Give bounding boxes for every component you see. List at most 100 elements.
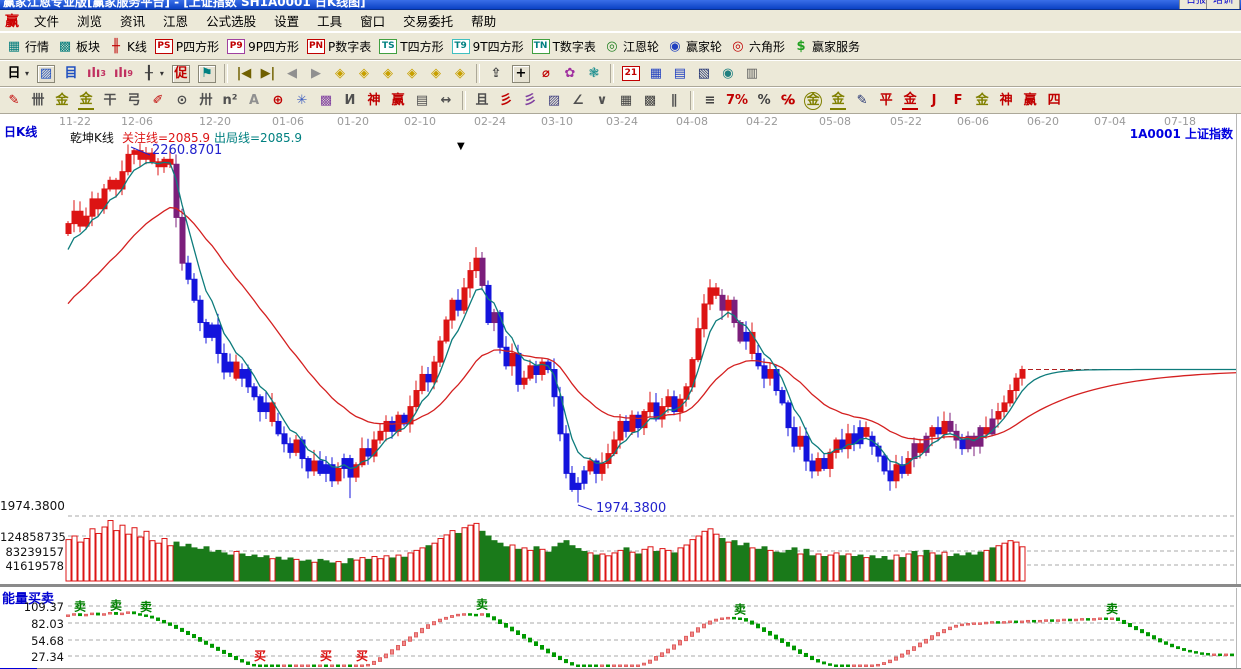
gann-wheel-icon[interactable]: ◎江恩轮 <box>600 35 663 57</box>
draw-tool-25-icon[interactable]: ∨ <box>590 90 614 112</box>
calculator-icon[interactable]: ▦ <box>644 63 668 85</box>
menu-item-file[interactable]: 文件 <box>25 10 68 31</box>
draw-tool-17-icon[interactable]: ▤ <box>410 90 434 112</box>
winner-wheel-icon[interactable]: ◉赢家轮 <box>663 35 726 57</box>
last-button[interactable]: ▶| <box>256 63 280 85</box>
chart-window-icon[interactable]: ▨ <box>33 63 59 85</box>
draw-tool-14-icon[interactable]: И <box>338 90 362 112</box>
purple-wheel-icon[interactable]: ✿ <box>558 63 582 85</box>
draw-tool-18-icon[interactable]: ↔ <box>434 90 458 112</box>
measure-tool-icon[interactable]: ⌀ <box>534 63 558 85</box>
menu-item-settings[interactable]: 设置 <box>265 10 308 31</box>
draw-tool-11-icon[interactable]: ⊕ <box>266 90 290 112</box>
menu-item-gann[interactable]: 江恩 <box>154 10 197 31</box>
bars3-icon[interactable]: ılı3 <box>83 63 110 85</box>
menu-item-info[interactable]: 资讯 <box>111 10 154 31</box>
chart-area[interactable]: 卖卖卖卖卖卖买买买▼ 11-2212-0612-2001-0601-2002-1… <box>0 114 1241 668</box>
draw-tool-0-icon[interactable]: ✎ <box>2 90 26 112</box>
draw-tool-16-icon[interactable]: 赢 <box>386 90 410 112</box>
menu-item-window[interactable]: 窗口 <box>351 10 394 31</box>
draw-tool-5-icon[interactable]: 弓 <box>122 90 146 112</box>
p-square-icon[interactable]: PSP四方形 <box>151 35 223 57</box>
draw-tool-24-icon[interactable]: ∠ <box>566 90 590 112</box>
t-number-icon[interactable]: TNT数字表 <box>528 35 600 57</box>
volume-axis-1: 124858735 <box>0 530 64 544</box>
menu-item-tools[interactable]: 工具 <box>308 10 351 31</box>
draw-tool-1-icon[interactable]: 卌 <box>26 90 50 112</box>
flag-chart-icon[interactable]: ⚑ <box>194 63 220 85</box>
draw-tool-8-icon[interactable]: 卅 <box>194 90 218 112</box>
draw-tool-36-icon[interactable]: ✎ <box>850 90 874 112</box>
teal-wheel-icon[interactable]: ❃ <box>582 63 606 85</box>
t9-square-icon[interactable]: T99T四方形 <box>448 35 528 57</box>
menu-item-help[interactable]: 帮助 <box>462 10 505 31</box>
menu-item-formula-stock[interactable]: 公式选股 <box>197 10 265 31</box>
diamond-cross-icon[interactable]: ◈ <box>400 63 424 85</box>
draw-tool-35-icon[interactable]: 金 <box>826 90 850 112</box>
draw-tool-26-icon[interactable]: ▦ <box>614 90 638 112</box>
draw-tool-34-icon[interactable]: 金 <box>800 90 826 112</box>
draw-tool-10-icon[interactable]: A <box>242 90 266 112</box>
bars9-icon[interactable]: ılı9 <box>110 63 137 85</box>
menu-item-trade-order[interactable]: 交易委托 <box>394 10 462 31</box>
first-button[interactable]: |◀ <box>232 63 256 85</box>
draw-tool-13-icon[interactable]: ▩ <box>314 90 338 112</box>
crosshair-tool-icon[interactable]: + <box>508 63 534 85</box>
draw-tool-37-icon[interactable]: 平 <box>874 90 898 112</box>
svg-text:▼: ▼ <box>457 141 465 152</box>
draw-tool-43-icon[interactable]: 赢 <box>1018 90 1042 112</box>
period-day-dropdown[interactable]: 日▾ <box>2 63 33 85</box>
p-number-icon[interactable]: PNP数字表 <box>303 35 375 57</box>
t-square-icon[interactable]: TST四方形 <box>375 35 447 57</box>
print-icon[interactable]: ▥ <box>740 63 764 85</box>
sectors-icon[interactable]: ▩板块 <box>53 35 104 57</box>
draw-tool-31-icon[interactable]: 7% <box>722 90 752 112</box>
web-image-icon[interactable]: ◉ <box>716 63 740 85</box>
draw-tool-40-icon[interactable]: F <box>946 90 970 112</box>
save-icon[interactable]: ▧ <box>692 63 716 85</box>
diamond-left-icon[interactable]: ◈ <box>328 63 352 85</box>
draw-tool-42-icon[interactable]: 神 <box>994 90 1018 112</box>
draw-tool-21-icon[interactable]: 彡 <box>494 90 518 112</box>
p9-square-icon[interactable]: P99P四方形 <box>223 35 303 57</box>
quotes-icon[interactable]: ▦行情 <box>2 35 53 57</box>
candle-style-dropdown[interactable]: ╂▾ <box>137 63 168 85</box>
cu-tool-icon[interactable]: 促 <box>168 63 194 85</box>
draw-tool-23-icon[interactable]: ▨ <box>542 90 566 112</box>
title-bar[interactable]: 赢家江恩专业版[赢家服务平台] - [上证指数 SH1A0001 日K线图] 日… <box>0 0 1241 10</box>
menu-item-browse[interactable]: 浏览 <box>68 10 111 31</box>
draw-tool-4-icon[interactable]: 干 <box>98 90 122 112</box>
draw-tool-32-icon[interactable]: % <box>752 90 776 112</box>
next-button[interactable]: ▶ <box>304 63 328 85</box>
prev-button[interactable]: ◀ <box>280 63 304 85</box>
diamond-star-icon[interactable]: ◈ <box>424 63 448 85</box>
notes-icon[interactable]: ▤ <box>668 63 692 85</box>
draw-tool-9-icon[interactable]: n² <box>218 90 242 112</box>
draw-tool-33-icon[interactable]: ℅ <box>776 90 800 112</box>
draw-tool-27-icon[interactable]: ▩ <box>638 90 662 112</box>
draw-tool-38-icon[interactable]: 金 <box>898 90 922 112</box>
draw-tool-22-icon[interactable]: 彡 <box>518 90 542 112</box>
draw-tool-41-icon[interactable]: 金 <box>970 90 994 112</box>
draw-tool-12-icon[interactable]: ✳ <box>290 90 314 112</box>
report-icon[interactable]: 目 <box>59 63 83 85</box>
diamond-right-icon[interactable]: ◈ <box>352 63 376 85</box>
draw-tool-6-icon[interactable]: ✐ <box>146 90 170 112</box>
diamond-all-icon[interactable]: ◈ <box>448 63 472 85</box>
draw-tool-3-icon[interactable]: 金 <box>74 90 98 112</box>
hexagon-icon[interactable]: ◎六角形 <box>726 35 789 57</box>
draw-tool-28-icon[interactable]: ∥ <box>662 90 686 112</box>
draw-tool-20-icon[interactable]: 且 <box>470 90 494 112</box>
winner-service-icon[interactable]: $赢家服务 <box>789 35 864 57</box>
draw-tool-15-icon[interactable]: 神 <box>362 90 386 112</box>
draw-tool-30-icon[interactable]: ≡ <box>698 90 722 112</box>
calendar-21-icon[interactable]: 21 <box>618 63 644 85</box>
draw-tool-7-icon[interactable]: ⊙ <box>170 90 194 112</box>
training-button[interactable]: 培训 <box>1206 0 1240 10</box>
draw-tool-44-icon[interactable]: 四 <box>1042 90 1066 112</box>
hand-tool-icon[interactable]: ⇪ <box>484 63 508 85</box>
kline-icon[interactable]: ╫K线 <box>104 35 151 57</box>
diamond-h-icon[interactable]: ◈ <box>376 63 400 85</box>
draw-tool-2-icon[interactable]: 金 <box>50 90 74 112</box>
draw-tool-39-icon[interactable]: J <box>922 90 946 112</box>
